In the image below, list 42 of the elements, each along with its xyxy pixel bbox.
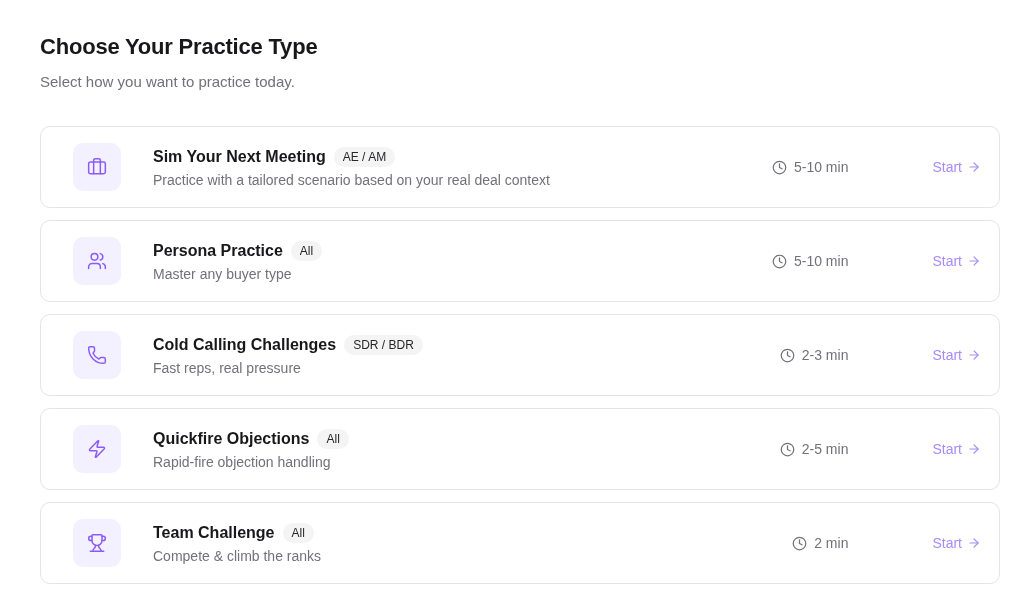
practice-type-card[interactable]: Team Challenge All Compete & climb the ranks 2 min Start xyxy=(40,502,1000,584)
practice-type-card[interactable]: Persona Practice All Master any buyer type 5-10 min Start xyxy=(40,220,1000,302)
practice-description: Rapid-fire objection handling xyxy=(153,452,331,471)
clock-icon xyxy=(792,535,808,551)
practice-type-card[interactable]: Sim Your Next Meeting AE / AM Practice with a tailored scenario based on your real deal context 5-10 min Start xyxy=(40,126,1000,208)
practice-description: Master any buyer type xyxy=(153,264,292,283)
duration-text: 2 min xyxy=(814,534,849,552)
practice-description: Fast reps, real pressure xyxy=(153,358,301,377)
lightning-bolt-icon xyxy=(73,425,121,473)
clock-icon xyxy=(779,441,795,457)
arrow-right-icon xyxy=(967,160,981,174)
practice-title: Team Challenge xyxy=(153,522,275,543)
clock-icon xyxy=(771,159,787,175)
clock-icon xyxy=(771,253,787,269)
duration-text: 5-10 min xyxy=(793,252,849,270)
people-icon xyxy=(73,237,121,285)
practice-type-card[interactable]: Cold Calling Challenges SDR / BDR Fast reps, real pressure 2-3 min Start xyxy=(40,314,1000,396)
arrow-right-icon xyxy=(967,254,981,268)
role-tag: All xyxy=(282,522,314,543)
practice-type-card[interactable]: Quickfire Objections All Rapid-fire objection handling 2-5 min Start xyxy=(40,408,1000,490)
practice-description: Practice with a tailored scenario based on your real deal context xyxy=(153,170,550,189)
practice-title: Persona Practice xyxy=(153,240,283,261)
page-subtitle: Select how you want to practice today. xyxy=(40,72,295,92)
role-tag: All xyxy=(290,240,323,261)
role-tag: SDR / BDR xyxy=(344,334,423,355)
briefcase-icon xyxy=(73,143,121,191)
arrow-right-icon xyxy=(967,536,981,550)
role-tag: All xyxy=(317,428,349,449)
phone-icon xyxy=(73,331,121,379)
practice-title: Sim Your Next Meeting xyxy=(153,146,326,167)
duration-text: 5-10 min xyxy=(793,158,849,176)
practice-title: Cold Calling Challenges xyxy=(153,334,337,355)
arrow-right-icon xyxy=(967,442,981,456)
practice-title: Quickfire Objections xyxy=(153,428,310,449)
duration-text: 2-5 min xyxy=(801,440,849,458)
page-title: Choose Your Practice Type xyxy=(40,33,318,61)
clock-icon xyxy=(779,347,795,363)
duration-text: 2-3 min xyxy=(801,346,849,364)
arrow-right-icon xyxy=(967,348,981,362)
practice-description: Compete & climb the ranks xyxy=(153,546,322,565)
trophy-icon xyxy=(73,519,121,567)
role-tag: AE / AM xyxy=(333,146,396,167)
